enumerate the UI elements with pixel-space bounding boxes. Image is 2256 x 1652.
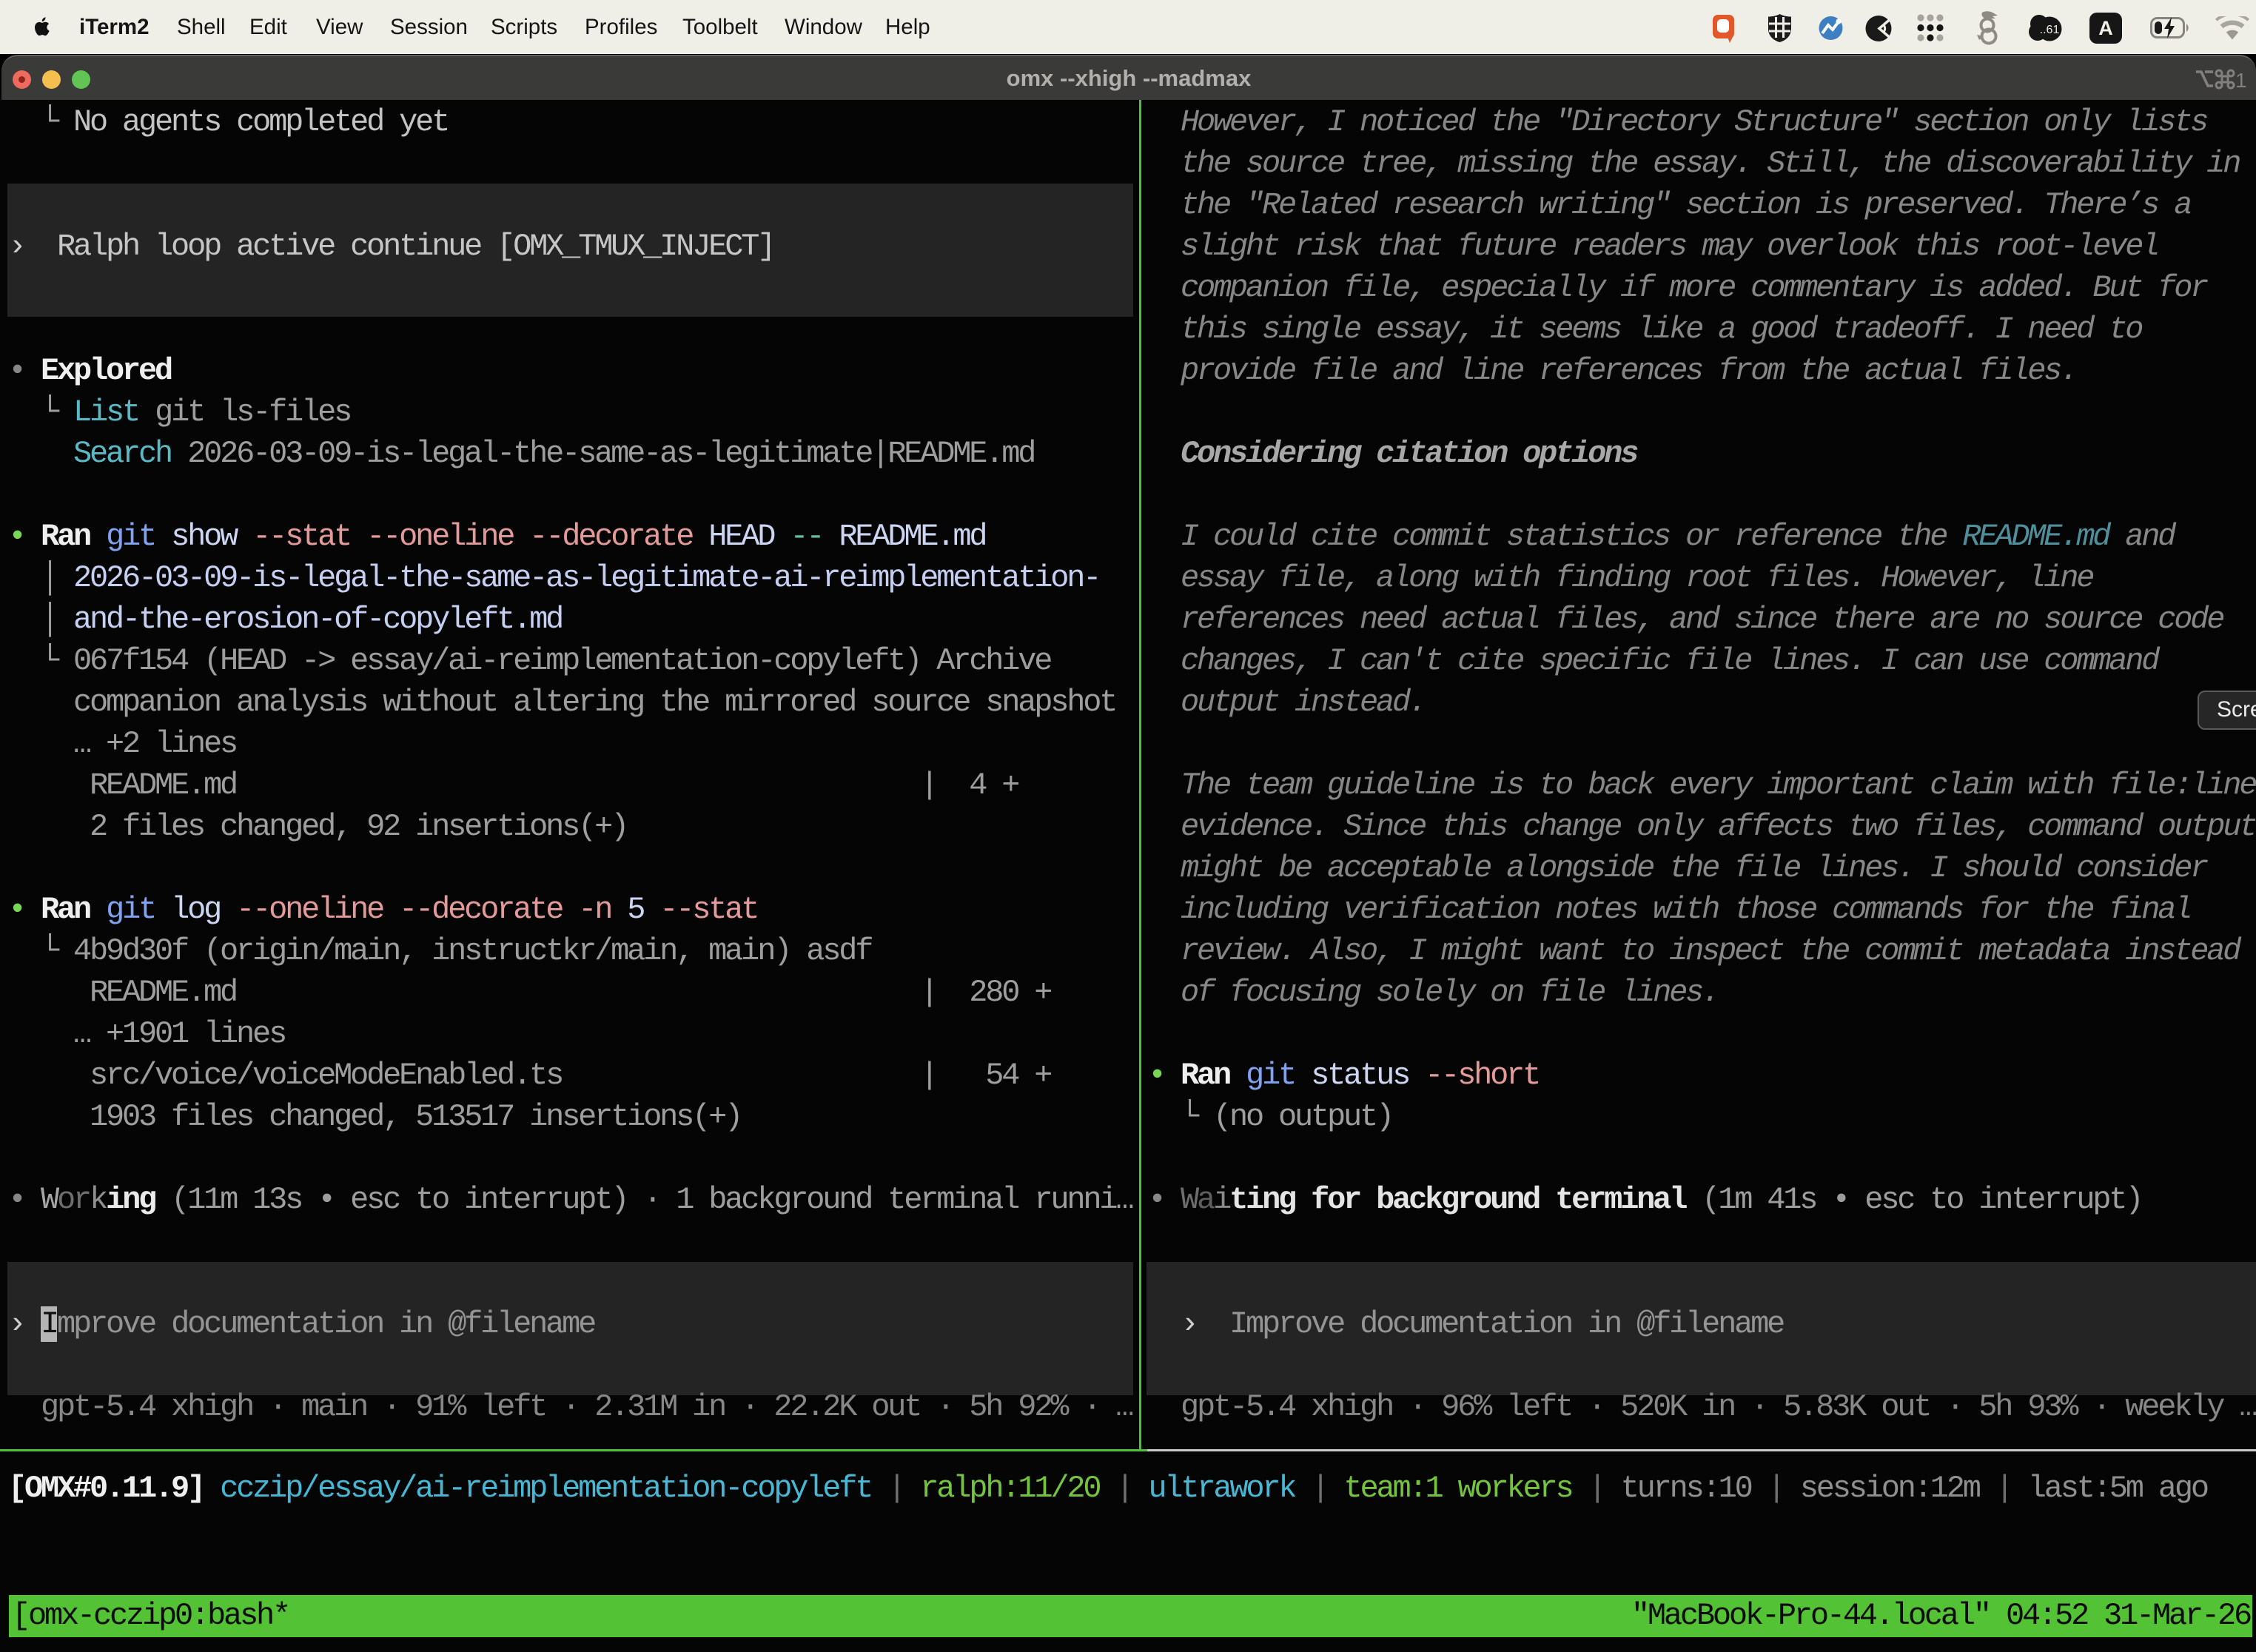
svg-text:..61: ..61 <box>2040 24 2060 36</box>
svg-text:1: 1 <box>2235 69 2247 92</box>
